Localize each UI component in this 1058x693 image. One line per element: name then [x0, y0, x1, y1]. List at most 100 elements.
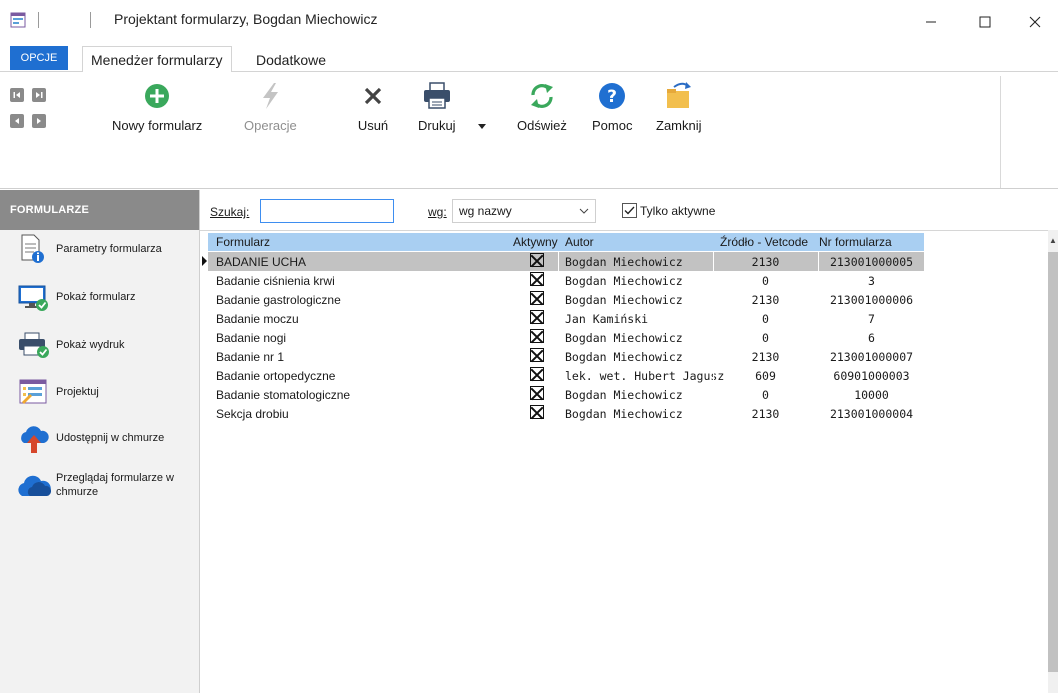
column-divider — [558, 309, 559, 328]
scrollbar-thumb[interactable] — [1048, 252, 1058, 672]
table-row[interactable]: Badanie gastrologiczne Bogdan Miechowicz 2… — [208, 290, 924, 309]
active-checkbox-icon[interactable] — [530, 405, 544, 419]
refresh-icon — [524, 78, 560, 114]
app-icon[interactable] — [10, 12, 26, 28]
tab-menedzer-formularzy[interactable]: Menedżer formularzy — [82, 46, 232, 73]
table-row[interactable]: Sekcja drobiu Bogdan Miechowicz 2130 213001… — [208, 404, 924, 423]
active-only-label[interactable]: Tylko aktywne — [640, 204, 715, 218]
close-form-button[interactable]: Zamknij — [656, 78, 702, 133]
active-only-checkbox[interactable] — [622, 203, 637, 218]
sidebar-header: FORMULARZE — [0, 190, 199, 230]
sidebar-item-label: Pokaż wydruk — [56, 339, 125, 351]
cell-form-name: Badanie moczu — [216, 312, 299, 326]
cell-form-name: BADANIE UCHA — [216, 255, 307, 269]
sidebar-item-show-printout[interactable]: Pokaż wydruk — [16, 330, 124, 360]
help-icon: ? — [594, 78, 630, 114]
active-checkbox-icon[interactable] — [530, 348, 544, 362]
active-checkbox-icon[interactable] — [530, 310, 544, 324]
table-row[interactable]: Badanie nr 1 Bogdan Miechowicz 2130 2130010… — [208, 347, 924, 366]
active-checkbox-icon[interactable] — [530, 291, 544, 305]
column-divider — [558, 290, 559, 309]
table-row[interactable]: Badanie nogi Bogdan Miechowicz 0 6 — [208, 328, 924, 347]
cell-author: Bogdan Miechowicz — [565, 388, 683, 402]
column-divider — [558, 366, 559, 385]
column-header-formularz[interactable]: Formularz — [216, 235, 270, 249]
operations-label: Operacje — [244, 118, 297, 133]
active-checkbox-icon[interactable] — [530, 329, 544, 343]
cell-author: Bogdan Miechowicz — [565, 407, 683, 421]
tab-opcje[interactable]: OPCJE — [10, 46, 68, 70]
first-record-button[interactable] — [10, 88, 24, 102]
next-record-button[interactable] — [32, 114, 46, 128]
refresh-button[interactable]: Odśwież — [517, 78, 567, 133]
forms-grid: Formularz Aktywny Autor Źródło - Vetcode… — [200, 230, 1048, 693]
new-form-button[interactable]: Nowy formularz — [112, 78, 202, 133]
checkmark-icon — [624, 206, 635, 215]
sidebar-item-label-line1: Przeglądaj formularze w — [56, 472, 174, 484]
document-info-icon — [16, 234, 54, 264]
sidebar-item-design[interactable]: Projektuj — [16, 377, 99, 407]
help-label: Pomoc — [592, 118, 633, 133]
active-checkbox-icon[interactable] — [530, 272, 544, 286]
help-button[interactable]: ? Pomoc — [592, 78, 632, 133]
cell-form-number: 3 — [868, 274, 875, 288]
column-header-autor[interactable]: Autor — [565, 235, 594, 249]
column-divider — [558, 347, 559, 366]
cell-author: Bogdan Miechowicz — [565, 255, 683, 269]
maximize-button[interactable] — [962, 8, 1008, 36]
grid-header: Formularz Aktywny Autor Źródło - Vetcode… — [208, 233, 924, 251]
print-button[interactable]: Drukuj — [418, 78, 456, 133]
cell-form-name: Badanie ortopedyczne — [216, 369, 336, 383]
cell-form-number: 213001000006 — [829, 293, 914, 307]
cloud-icon — [16, 470, 54, 500]
search-by-label: wg: — [428, 205, 447, 219]
scroll-up-icon[interactable]: ▲ — [1049, 236, 1057, 245]
printer-check-icon — [16, 330, 54, 360]
column-header-zrodlo[interactable]: Źródło - Vetcode — [720, 235, 808, 249]
sidebar-item-form-parameters[interactable]: Parametry formularza — [16, 234, 162, 264]
active-checkbox-icon[interactable] — [530, 253, 544, 267]
column-header-nr-formularza[interactable]: Nr formularza — [819, 235, 892, 249]
table-row[interactable]: Badanie ciśnienia krwi Bogdan Miechowicz 0… — [208, 271, 924, 290]
cell-vetcode: 2130 — [751, 407, 780, 421]
tab-dodatkowe[interactable]: Dodatkowe — [248, 46, 334, 73]
folder-close-icon — [661, 78, 697, 114]
sidebar-item-show-form[interactable]: Pokaż formularz — [16, 282, 135, 312]
delete-x-icon — [355, 78, 391, 114]
cell-vetcode: 2130 — [751, 255, 780, 269]
cell-form-name: Badanie ciśnienia krwi — [216, 274, 335, 288]
cell-form-number: 6 — [868, 331, 875, 345]
close-button[interactable] — [1012, 8, 1058, 36]
search-by-select[interactable]: wg nazwy — [452, 199, 596, 223]
search-label: Szukaj: — [210, 205, 249, 219]
cell-form-number: 213001000007 — [829, 350, 914, 364]
cell-vetcode: 2130 — [751, 350, 780, 364]
cell-author: lek. wet. Hubert Jagusz — [565, 369, 725, 383]
minimize-button[interactable] — [908, 8, 954, 36]
cell-form-name: Badanie stomatologiczne — [216, 388, 351, 402]
table-row[interactable]: Badanie stomatologiczne Bogdan Miechowicz… — [208, 385, 924, 404]
table-row[interactable]: Badanie ortopedyczne lek. wet. Hubert Jag… — [208, 366, 924, 385]
active-checkbox-icon[interactable] — [530, 367, 544, 381]
delete-button[interactable]: Usuń — [355, 78, 391, 133]
active-checkbox-icon[interactable] — [530, 386, 544, 400]
refresh-label: Odśwież — [517, 118, 567, 133]
new-form-label: Nowy formularz — [112, 118, 203, 133]
column-header-aktywny[interactable]: Aktywny — [513, 235, 558, 249]
search-input[interactable] — [260, 199, 394, 223]
table-row[interactable]: Badanie moczu Jan Kamiński 0 7 — [208, 309, 924, 328]
svg-text:?: ? — [607, 87, 617, 107]
window-title: Projektant formularzy, Bogdan Miechowicz — [114, 11, 378, 27]
previous-record-button[interactable] — [10, 114, 24, 128]
sidebar-item-label: Parametry formularza — [56, 243, 162, 255]
app-window: Projektant formularzy, Bogdan Miechowicz… — [0, 0, 1058, 693]
print-dropdown-arrow[interactable] — [478, 118, 486, 132]
sidebar-item-share-cloud[interactable]: Udostępnij w chmurze — [16, 423, 164, 453]
cell-author: Bogdan Miechowicz — [565, 350, 683, 364]
delete-label: Usuń — [357, 118, 389, 133]
last-record-button[interactable] — [32, 88, 46, 102]
sidebar-item-browse-cloud[interactable]: Przeglądaj formularze w chmurze — [16, 470, 174, 500]
operations-button[interactable]: Operacje — [244, 78, 297, 133]
cell-author: Jan Kamiński — [565, 312, 649, 326]
table-row[interactable]: BADANIE UCHA Bogdan Miechowicz 2130 2130010… — [202, 252, 924, 271]
